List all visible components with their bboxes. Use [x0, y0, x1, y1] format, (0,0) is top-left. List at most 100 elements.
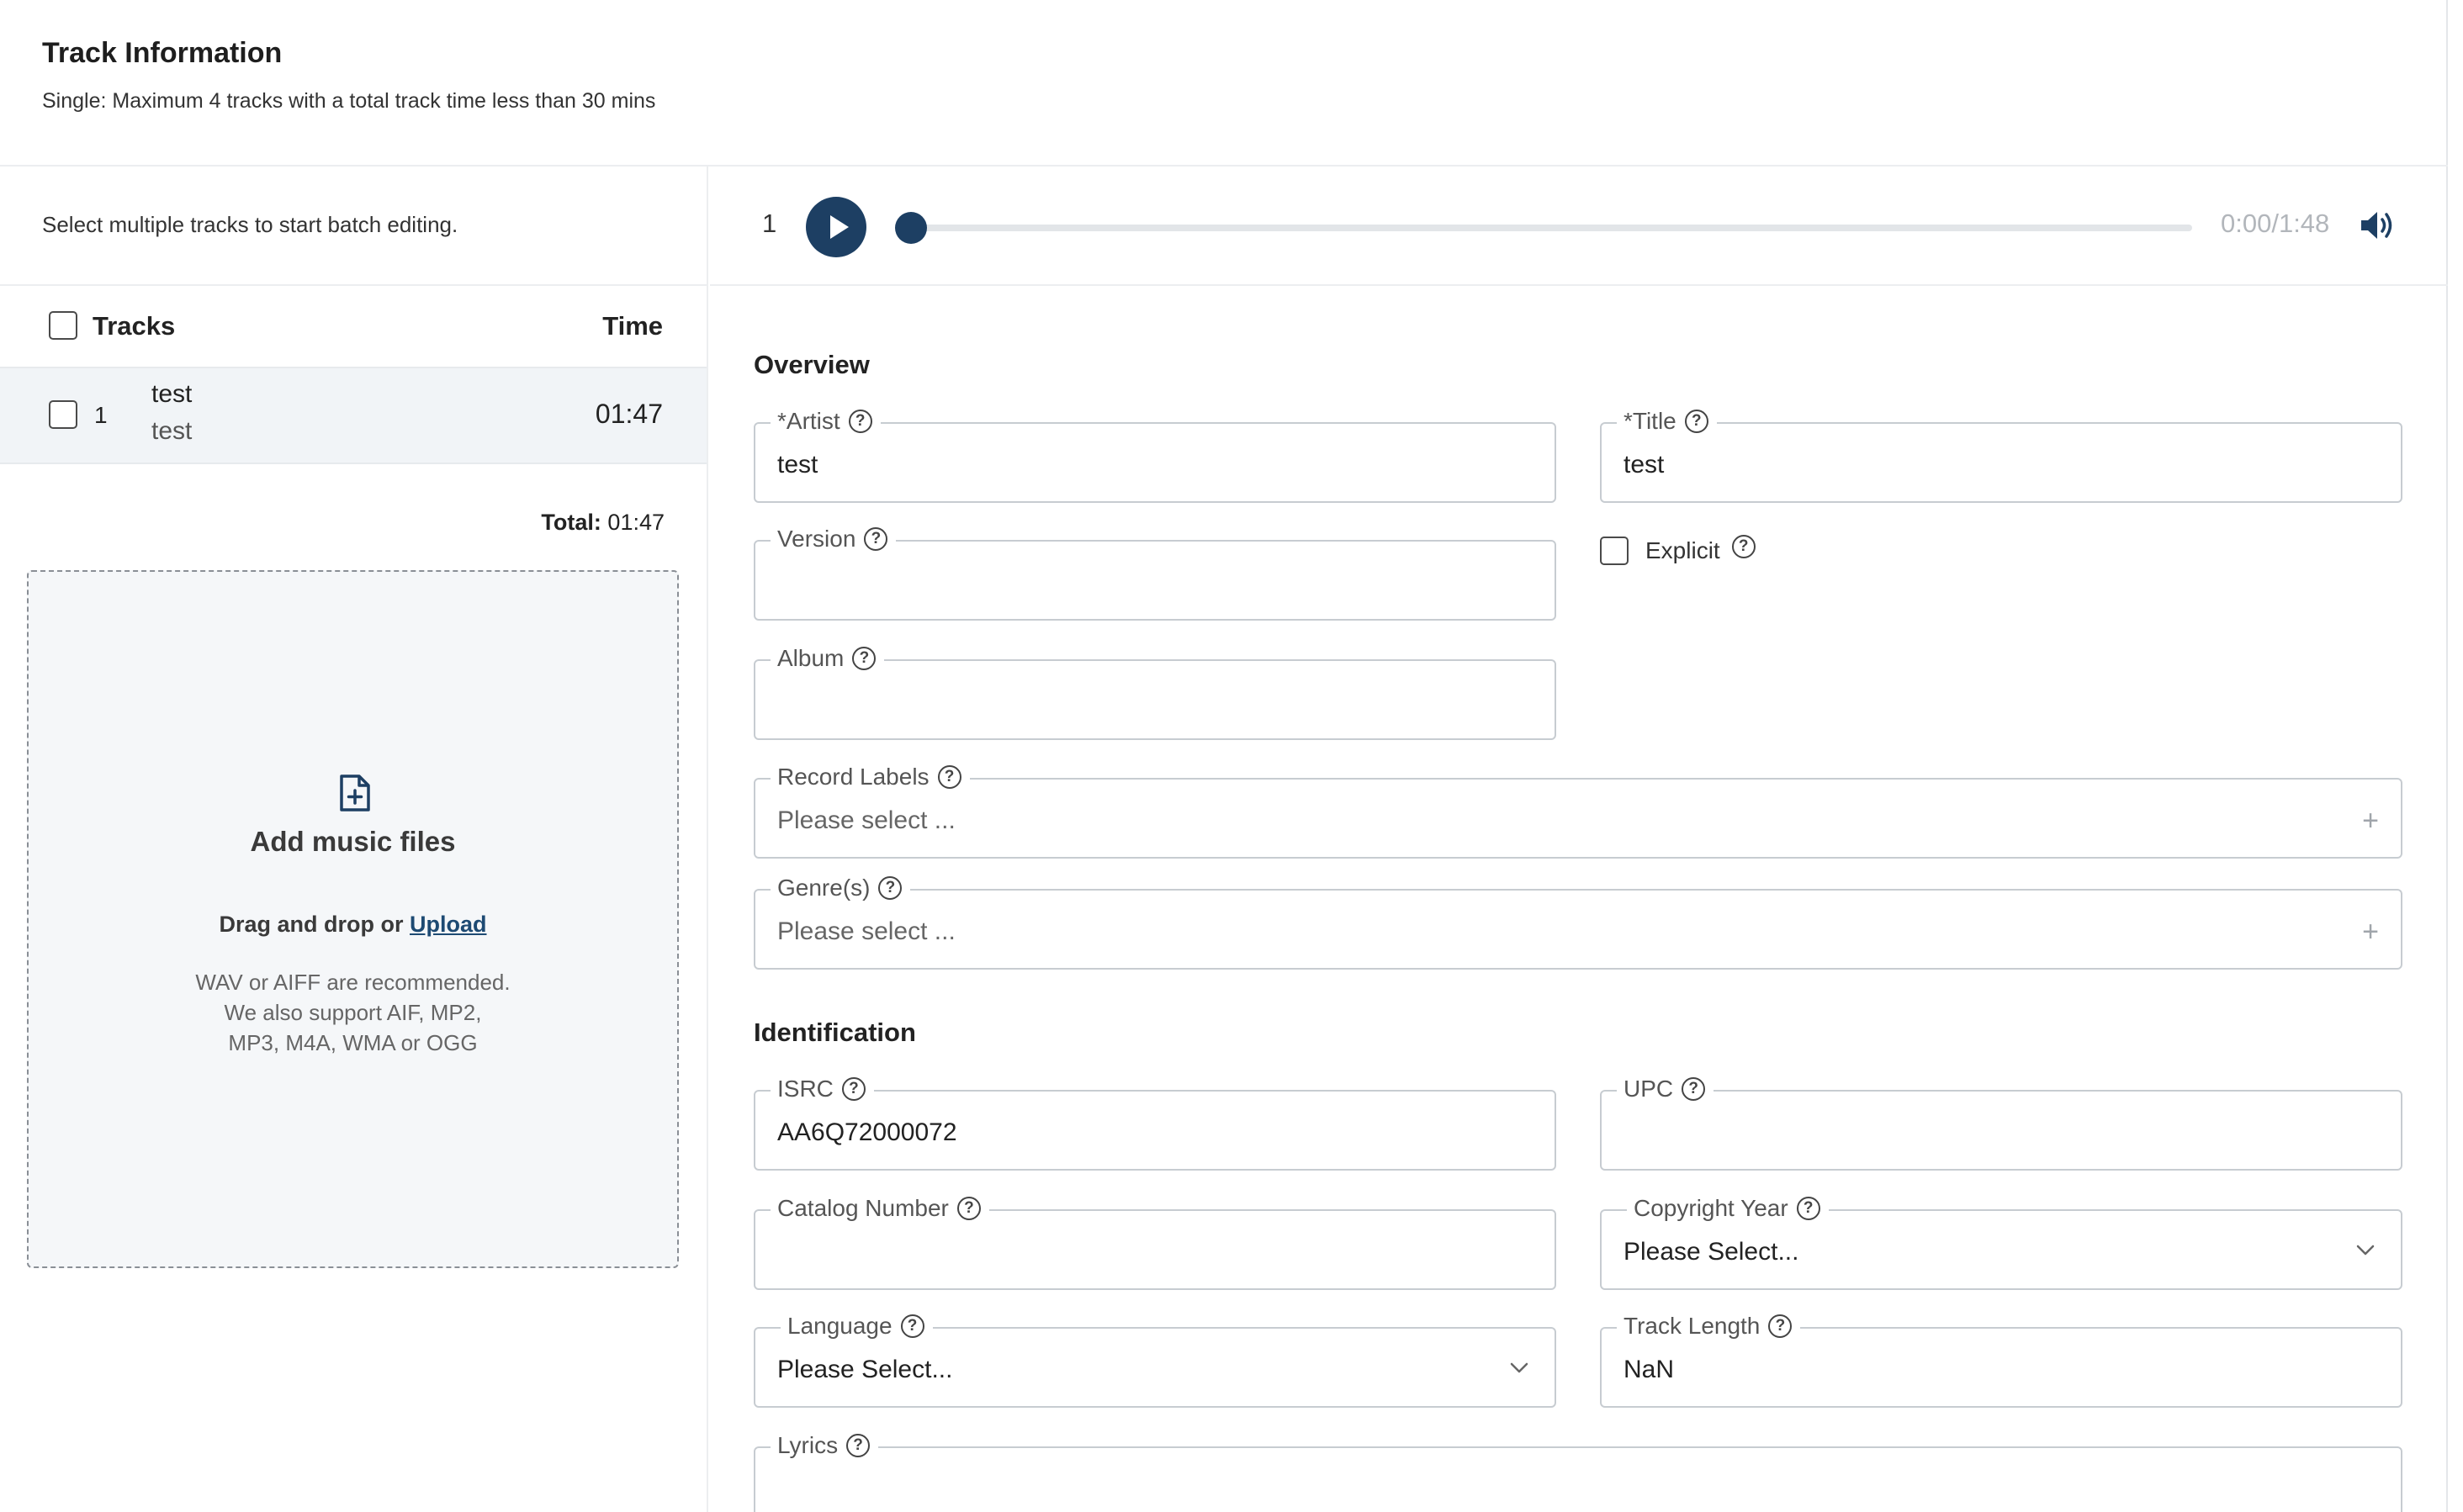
artist-field[interactable]: *Artist ? test [754, 405, 1556, 503]
track-row[interactable]: 1 test test 01:47 [0, 367, 707, 464]
track-length-field[interactable]: Track Length ? NaN [1600, 1310, 2402, 1408]
track-information-page: Track Information Single: Maximum 4 trac… [0, 0, 2448, 1512]
help-icon[interactable]: ? [841, 1077, 866, 1101]
lyrics-field[interactable]: Lyrics ? [754, 1430, 2402, 1512]
volume-icon[interactable] [2359, 209, 2396, 242]
artist-value: test [777, 451, 818, 478]
help-icon[interactable]: ? [1684, 410, 1708, 433]
add-genre-icon[interactable]: + [2362, 916, 2379, 949]
title-value: test [1623, 451, 1665, 478]
upc-label: UPC ? [1617, 1073, 1714, 1105]
copyright-year-select[interactable]: Copyright Year ? Please Select... [1600, 1192, 2402, 1290]
identification-heading: Identification [754, 1018, 916, 1047]
album-label-text: Album [777, 645, 845, 671]
explicit-label: Explicit [1645, 537, 1720, 563]
track-select-checkbox[interactable] [49, 400, 77, 429]
player-track-index: 1 [762, 209, 777, 238]
artist-label-text: *Artist [777, 408, 840, 434]
formats-line-3: MP3, M4A, WMA or OGG [228, 1030, 478, 1055]
catalog-number-label: Catalog Number ? [771, 1192, 989, 1224]
explicit-checkbox[interactable] [1600, 537, 1629, 565]
genres-label: Genre(s) ? [771, 872, 911, 904]
track-length-label-text: Track Length [1623, 1313, 1761, 1339]
copyright-year-value: Please Select... [1623, 1238, 1799, 1266]
track-details-panel: 1 0:00/1:48 Overview *Artist ? test *Tit… [710, 167, 2448, 1512]
lyrics-label-text: Lyrics [777, 1432, 839, 1458]
dropzone-instruction: Drag and drop or Upload [29, 912, 677, 938]
artist-label: *Artist ? [771, 405, 881, 437]
explicit-option[interactable]: Explicit ? [1600, 535, 1756, 565]
upload-link[interactable]: Upload [410, 912, 487, 937]
record-labels-placeholder: Please select ... [777, 806, 956, 834]
page-header: Track Information Single: Maximum 4 trac… [0, 0, 2448, 167]
version-field[interactable]: Version ? [754, 523, 1556, 621]
help-icon[interactable]: ? [937, 765, 961, 789]
album-field[interactable]: Album ? [754, 642, 1556, 740]
title-field[interactable]: *Title ? test [1600, 405, 2402, 503]
record-labels-label-text: Record Labels [777, 764, 930, 790]
version-label-text: Version [777, 526, 856, 552]
overview-heading: Overview [754, 350, 870, 379]
page-subtitle: Single: Maximum 4 tracks with a total tr… [42, 89, 656, 113]
help-icon[interactable]: ? [956, 1197, 981, 1220]
help-icon[interactable]: ? [864, 527, 888, 551]
tracks-table-header: Tracks Time [0, 286, 707, 367]
isrc-field[interactable]: ISRC ? AA6Q72000072 [754, 1073, 1556, 1171]
genres-placeholder: Please select ... [777, 917, 956, 945]
help-icon[interactable]: ? [852, 647, 877, 670]
title-label-text: *Title [1623, 408, 1676, 434]
page-title: Track Information [42, 37, 283, 69]
copyright-year-label: Copyright Year ? [1627, 1192, 1829, 1224]
track-title: test [151, 380, 193, 408]
total-value: 01:47 [607, 510, 665, 535]
track-length-label: Track Length ? [1617, 1310, 1801, 1342]
play-button[interactable] [806, 197, 866, 257]
seek-bar[interactable] [910, 225, 2192, 231]
help-icon[interactable]: ? [1768, 1314, 1793, 1338]
file-plus-icon [340, 775, 370, 812]
language-label: Language ? [781, 1310, 933, 1342]
help-icon[interactable]: ? [1682, 1077, 1706, 1101]
version-label: Version ? [771, 523, 897, 555]
track-number: 1 [94, 402, 108, 428]
chevron-down-icon[interactable] [1509, 1357, 1529, 1377]
help-icon[interactable]: ? [1796, 1197, 1820, 1220]
help-icon[interactable]: ? [848, 410, 872, 433]
record-labels-label: Record Labels ? [771, 761, 970, 793]
language-label-text: Language [787, 1313, 893, 1339]
help-icon[interactable]: ? [846, 1434, 871, 1457]
title-label: *Title ? [1617, 405, 1717, 437]
isrc-value: AA6Q72000072 [777, 1118, 957, 1146]
catalog-number-field[interactable]: Catalog Number ? [754, 1192, 1556, 1290]
select-all-checkbox[interactable] [49, 311, 77, 340]
copyright-year-label-text: Copyright Year [1634, 1195, 1788, 1221]
help-icon[interactable]: ? [878, 876, 903, 900]
add-record-label-icon[interactable]: + [2362, 805, 2379, 838]
player-time: 0:00/1:48 [2221, 209, 2330, 238]
record-labels-select[interactable]: Record Labels ? Please select ... + [754, 761, 2402, 859]
audio-player: 1 0:00/1:48 [710, 167, 2448, 286]
language-select[interactable]: Language ? Please Select... [754, 1310, 1556, 1408]
upc-label-text: UPC [1623, 1076, 1674, 1102]
help-icon[interactable]: ? [1731, 535, 1756, 558]
formats-line-2: We also support AIF, MP2, [224, 1000, 482, 1025]
track-length-value: NaN [1623, 1356, 1675, 1383]
genres-label-text: Genre(s) [777, 875, 871, 901]
drag-drop-text: Drag and drop or [219, 912, 404, 937]
help-icon[interactable]: ? [900, 1314, 924, 1338]
file-dropzone[interactable]: Add music files Drag and drop or Upload … [27, 570, 679, 1268]
album-label: Album ? [771, 642, 885, 674]
total-time: Total: 01:47 [541, 510, 665, 536]
tracks-column-header: Tracks [93, 311, 176, 341]
chevron-down-icon[interactable] [2355, 1240, 2376, 1260]
seek-handle[interactable] [895, 212, 927, 244]
genres-select[interactable]: Genre(s) ? Please select ... + [754, 872, 2402, 970]
track-duration: 01:47 [595, 399, 663, 429]
track-artist: test [151, 417, 193, 445]
tracks-panel: Select multiple tracks to start batch ed… [0, 167, 708, 1512]
scrollbar[interactable] [2448, 0, 2463, 1512]
upc-field[interactable]: UPC ? [1600, 1073, 2402, 1171]
isrc-label-text: ISRC [777, 1076, 834, 1102]
total-label: Total: [541, 510, 601, 535]
time-column-header: Time [602, 311, 663, 341]
